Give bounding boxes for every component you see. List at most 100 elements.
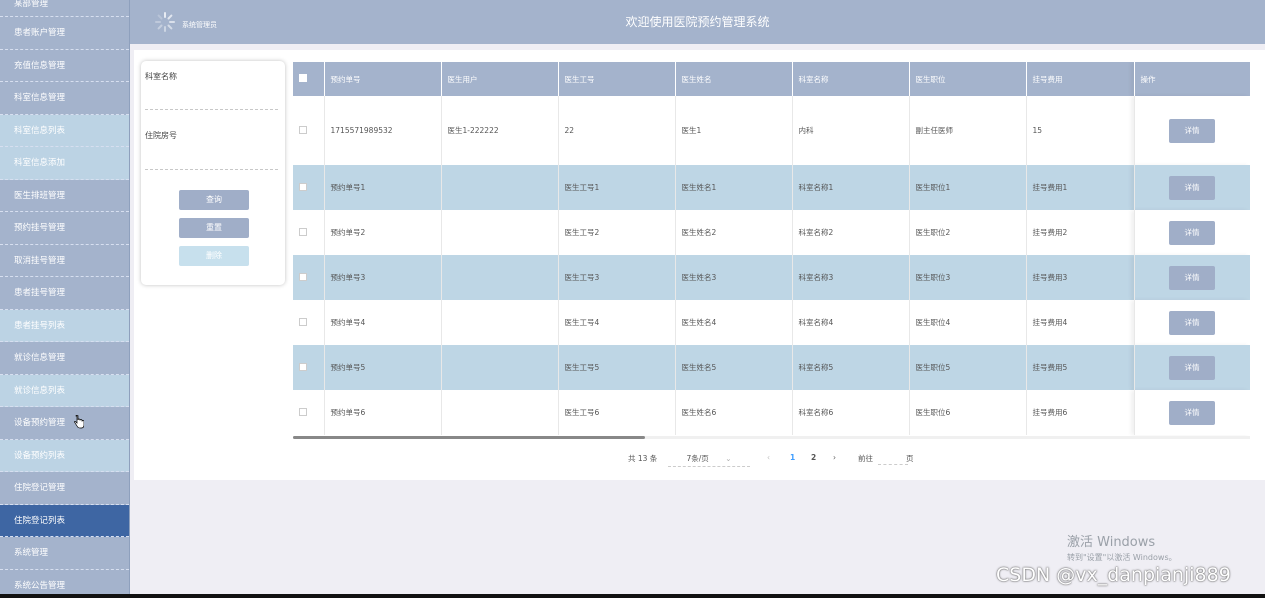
detail-button[interactable]: 详情 bbox=[1169, 118, 1215, 143]
windows-activation-sub: 转到"设置"以激活 Windows。 bbox=[1067, 553, 1177, 562]
row-checkbox[interactable] bbox=[299, 407, 307, 416]
detail-button[interactable]: 详情 bbox=[1169, 175, 1215, 200]
detail-button[interactable]: 详情 bbox=[1169, 400, 1215, 425]
table-cell: 预约单号2 bbox=[324, 210, 442, 255]
table-cell: 医生职位2 bbox=[909, 210, 1027, 255]
sidebar-item[interactable]: 患者账户管理 bbox=[0, 17, 129, 50]
row-select-cell bbox=[293, 255, 325, 300]
table-cell: 挂号费用2 bbox=[1026, 210, 1135, 255]
row-checkbox[interactable] bbox=[299, 272, 307, 281]
sidebar-item[interactable]: 某部管理 bbox=[0, 0, 129, 17]
dept-name-input[interactable] bbox=[145, 109, 278, 110]
sidebar-item[interactable]: 就诊信息管理 bbox=[0, 342, 129, 375]
table-cell bbox=[441, 345, 559, 390]
scrollbar-thumb[interactable] bbox=[293, 436, 645, 439]
detail-button[interactable]: 详情 bbox=[1169, 220, 1215, 245]
prev-page-icon[interactable]: ‹ bbox=[767, 453, 770, 462]
row-checkbox[interactable] bbox=[299, 182, 307, 191]
sidebar-item[interactable]: 充值信息管理 bbox=[0, 50, 129, 82]
windows-activation-watermark: 激活 Windows 转到"设置"以激活 Windows。 bbox=[1067, 531, 1177, 563]
row-select-cell bbox=[293, 210, 325, 255]
detail-button[interactable]: 详情 bbox=[1169, 310, 1215, 335]
ward-number-label: 住院房号 bbox=[145, 131, 177, 140]
next-page-icon[interactable]: › bbox=[833, 453, 836, 462]
row-checkbox[interactable] bbox=[299, 317, 307, 326]
sidebar-item[interactable]: 住院登记管理 bbox=[0, 472, 129, 505]
row-checkbox[interactable] bbox=[299, 227, 307, 236]
hand-cursor-icon bbox=[74, 415, 84, 429]
table-row: 预约单号2 医生工号2 医生姓名2 科室名称2 医生职位2 挂号费用2 详情 bbox=[293, 210, 1250, 255]
table-cell: 医生工号1 bbox=[558, 165, 676, 210]
table-cell: 科室名称4 bbox=[792, 300, 910, 345]
row-checkbox[interactable] bbox=[299, 125, 307, 134]
row-select-cell bbox=[293, 390, 325, 435]
table-cell: 科室名称5 bbox=[792, 345, 910, 390]
goto-suffix: 页 bbox=[906, 454, 914, 463]
sidebar-item[interactable]: 取消挂号管理 bbox=[0, 245, 129, 277]
sidebar-item[interactable]: 科室信息列表 bbox=[0, 114, 129, 147]
sidebar-item[interactable]: 科室信息添加 bbox=[0, 147, 129, 180]
delete-button[interactable]: 删除 bbox=[179, 246, 249, 266]
table-cell: 医生工号5 bbox=[558, 345, 676, 390]
detail-button[interactable]: 详情 bbox=[1169, 355, 1215, 380]
chevron-down-icon: ⌄ bbox=[725, 454, 732, 463]
sidebar-item[interactable]: 设备预约管理 bbox=[0, 407, 129, 440]
sidebar-item[interactable]: 住院登记列表 bbox=[0, 504, 129, 537]
sidebar-item[interactable]: 患者挂号列表 bbox=[0, 309, 129, 342]
table-cell: 科室名称3 bbox=[792, 255, 910, 300]
page-2[interactable]: 2 bbox=[811, 453, 816, 462]
table-cell: 医生职位5 bbox=[909, 345, 1027, 390]
table-cell: 预约单号4 bbox=[324, 300, 442, 345]
select-all-checkbox[interactable] bbox=[299, 74, 307, 82]
search-panel: 科室名称 住院房号 查询 重置 删除 bbox=[141, 61, 285, 285]
table-row: 预约单号4 医生工号4 医生姓名4 科室名称4 医生职位4 挂号费用4 详情 bbox=[293, 300, 1250, 345]
table-row: 预约单号5 医生工号5 医生姓名5 科室名称5 医生职位5 挂号费用5 详情 bbox=[293, 345, 1250, 390]
actions-cell: 详情 bbox=[1134, 390, 1250, 435]
actions-cell: 详情 bbox=[1134, 300, 1250, 345]
table-cell: 挂号费用1 bbox=[1026, 165, 1135, 210]
sidebar-item[interactable]: 预约挂号管理 bbox=[0, 212, 129, 245]
sidebar-item[interactable]: 系统公告管理 bbox=[0, 570, 129, 595]
ward-number-input[interactable] bbox=[145, 169, 278, 170]
table-header-row: 预约单号 医生用户 医生工号 医生姓名 科室名称 医生职位 挂号费用 操作 bbox=[293, 62, 1250, 96]
table-cell bbox=[441, 255, 559, 300]
reset-button[interactable]: 重置 bbox=[179, 218, 249, 238]
table-cell: 医生姓名6 bbox=[675, 390, 793, 435]
table-cell: 医生姓名2 bbox=[675, 210, 793, 255]
detail-button[interactable]: 详情 bbox=[1169, 265, 1215, 290]
data-table: 预约单号 医生用户 医生工号 医生姓名 科室名称 医生职位 挂号费用 操作 17… bbox=[293, 62, 1250, 437]
header-appointment-no: 预约单号 bbox=[324, 62, 442, 96]
header-doctor-name: 医生姓名 bbox=[675, 62, 793, 96]
sidebar-item[interactable]: 就诊信息列表 bbox=[0, 374, 129, 407]
sidebar-item[interactable]: 患者挂号管理 bbox=[0, 277, 129, 310]
header-doctor-id: 医生工号 bbox=[558, 62, 676, 96]
total-count: 共 13 条 bbox=[628, 454, 658, 463]
table-cell bbox=[441, 165, 559, 210]
table-cell: 科室名称1 bbox=[792, 165, 910, 210]
sidebar-item[interactable]: 设备预约列表 bbox=[0, 439, 129, 472]
page-size-select[interactable]: 7条/页 ⌄ bbox=[668, 453, 750, 467]
sidebar-item[interactable]: 系统管理 bbox=[0, 537, 129, 570]
query-button[interactable]: 查询 bbox=[179, 190, 249, 210]
page-1[interactable]: 1 bbox=[790, 453, 795, 462]
header-dept-name: 科室名称 bbox=[792, 62, 910, 96]
row-select-cell bbox=[293, 345, 325, 390]
select-all-header bbox=[293, 62, 325, 96]
header-doctor-title: 医生职位 bbox=[909, 62, 1027, 96]
horizontal-scrollbar[interactable] bbox=[293, 436, 1250, 439]
csdn-watermark: CSDN @vx_danpianji889 bbox=[996, 564, 1231, 586]
table-cell: 科室名称6 bbox=[792, 390, 910, 435]
table-row: 预约单号1 医生工号1 医生姓名1 科室名称1 医生职位1 挂号费用1 详情 bbox=[293, 165, 1250, 210]
table-cell: 预约单号1 bbox=[324, 165, 442, 210]
table-cell: 15 bbox=[1026, 96, 1135, 165]
taskbar-edge bbox=[0, 594, 1265, 598]
table-cell: 预约单号3 bbox=[324, 255, 442, 300]
sidebar-item[interactable]: 医生排班管理 bbox=[0, 180, 129, 212]
goto-page-input[interactable] bbox=[878, 454, 908, 465]
page-size-value: 7条/页 bbox=[686, 454, 709, 463]
table-cell: 医生职位1 bbox=[909, 165, 1027, 210]
table-cell: 医生姓名3 bbox=[675, 255, 793, 300]
sidebar-item[interactable]: 科室信息管理 bbox=[0, 82, 129, 115]
table-cell: 医生职位4 bbox=[909, 300, 1027, 345]
row-checkbox[interactable] bbox=[299, 362, 307, 371]
